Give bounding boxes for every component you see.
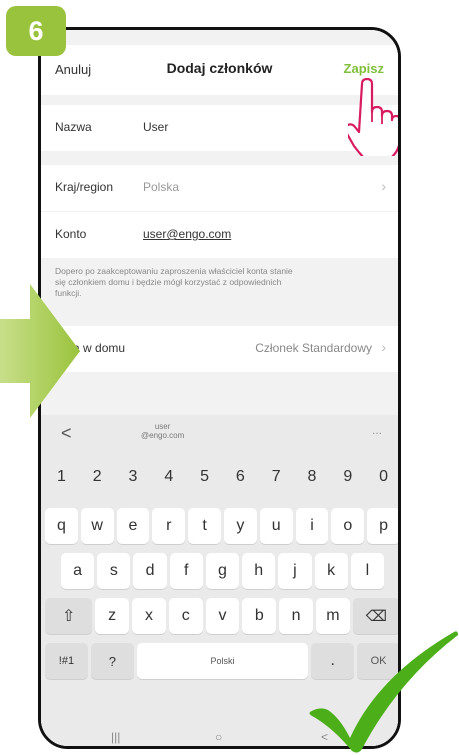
note-line: funkcji. — [55, 288, 82, 298]
key-a[interactable]: a — [61, 553, 95, 589]
key-p[interactable]: p — [367, 508, 398, 544]
key-0[interactable]: 0 — [367, 459, 398, 495]
key-1[interactable]: 1 — [45, 459, 78, 495]
step-badge: 6 — [6, 6, 66, 56]
key-e[interactable]: e — [116, 508, 150, 544]
account-label: Konto — [55, 227, 87, 241]
key-z[interactable]: z — [95, 598, 130, 634]
key-l[interactable]: l — [350, 553, 384, 589]
key-s[interactable]: s — [97, 553, 131, 589]
region-value: Polska — [143, 180, 180, 194]
letter-row-2: a s d f g h j k l — [61, 553, 384, 589]
key-y[interactable]: y — [223, 508, 257, 544]
key-n[interactable]: n — [279, 598, 313, 634]
key-q[interactable]: q — [45, 508, 78, 544]
backspace-icon[interactable]: ⌫ — [352, 598, 398, 634]
keyboard-more-button[interactable]: ... — [372, 423, 382, 437]
key-f[interactable]: f — [169, 553, 203, 589]
key-o[interactable]: o — [331, 508, 365, 544]
key-9[interactable]: 9 — [331, 459, 364, 495]
key-k[interactable]: k — [314, 553, 348, 589]
home-icon[interactable]: ○ — [215, 730, 222, 744]
suggestion-user: user — [154, 422, 171, 431]
key-g[interactable]: g — [205, 553, 240, 589]
key-7[interactable]: 7 — [260, 459, 293, 495]
note-line: się członkiem domu i będzie mógł korzyst… — [55, 277, 282, 287]
keyboard-back-button[interactable]: < — [61, 423, 72, 444]
account-input[interactable]: user@engo.com — [143, 227, 231, 241]
key-r[interactable]: r — [152, 508, 186, 544]
key-2[interactable]: 2 — [81, 459, 114, 495]
app-header: Anuluj Dodaj członków Zapisz — [41, 45, 398, 95]
role-value: Członek Standardowy — [255, 341, 372, 355]
key-j[interactable]: j — [278, 553, 312, 589]
name-row[interactable]: Nazwa User — [41, 105, 398, 151]
chevron-right-icon: › — [381, 178, 386, 194]
key-d[interactable]: d — [133, 553, 167, 589]
key-5[interactable]: 5 — [188, 459, 221, 495]
letter-row-1: q w e r t y u i o p — [45, 508, 398, 544]
name-input[interactable]: User — [143, 120, 168, 134]
key-3[interactable]: 3 — [117, 459, 150, 495]
key-4[interactable]: 4 — [152, 459, 185, 495]
shift-icon[interactable]: ⇧ — [45, 598, 93, 634]
key-t[interactable]: t — [188, 508, 221, 544]
number-row: 1 2 3 4 5 6 7 8 9 0 — [45, 459, 398, 495]
suggestion-domain: @engo.com — [141, 431, 185, 440]
key-i[interactable]: i — [295, 508, 329, 544]
key-h[interactable]: h — [242, 553, 276, 589]
key-b[interactable]: b — [242, 598, 277, 634]
key-u[interactable]: u — [259, 508, 293, 544]
arrow-right-icon — [0, 284, 80, 418]
key-w[interactable]: w — [80, 508, 114, 544]
checkmark-icon — [309, 631, 458, 753]
note-line: Dopero po zaakceptowaniu zaproszenia wła… — [55, 266, 293, 276]
key-c[interactable]: c — [168, 598, 203, 634]
key-8[interactable]: 8 — [296, 459, 329, 495]
key-x[interactable]: x — [132, 598, 166, 634]
name-label: Nazwa — [55, 120, 92, 134]
keyboard-suggestion[interactable]: user @engo.com — [141, 422, 184, 440]
pointing-hand-icon — [348, 78, 398, 156]
recent-apps-icon[interactable]: ||| — [111, 730, 120, 744]
region-label: Kraj/region — [55, 180, 114, 194]
invitation-note: Dopero po zaakceptowaniu zaproszenia wła… — [55, 266, 385, 299]
region-row[interactable]: Kraj/region Polska › — [41, 165, 398, 211]
account-row[interactable]: Konto user@engo.com — [41, 212, 398, 258]
space-key[interactable]: Polski — [136, 643, 309, 679]
key-v[interactable]: v — [205, 598, 240, 634]
key-m[interactable]: m — [315, 598, 350, 634]
chevron-right-icon: › — [381, 339, 386, 355]
symbols-key[interactable]: !#1 — [45, 643, 88, 679]
save-button[interactable]: Zapisz — [344, 61, 384, 76]
key-6[interactable]: 6 — [224, 459, 257, 495]
role-row[interactable]: Rola w domu Członek Standardowy › — [41, 326, 398, 372]
question-key[interactable]: ? — [90, 643, 134, 679]
keyboard-toolbar: < user @engo.com ... — [41, 415, 398, 453]
letter-row-3: ⇧ z x c v b n m ⌫ — [45, 598, 398, 634]
